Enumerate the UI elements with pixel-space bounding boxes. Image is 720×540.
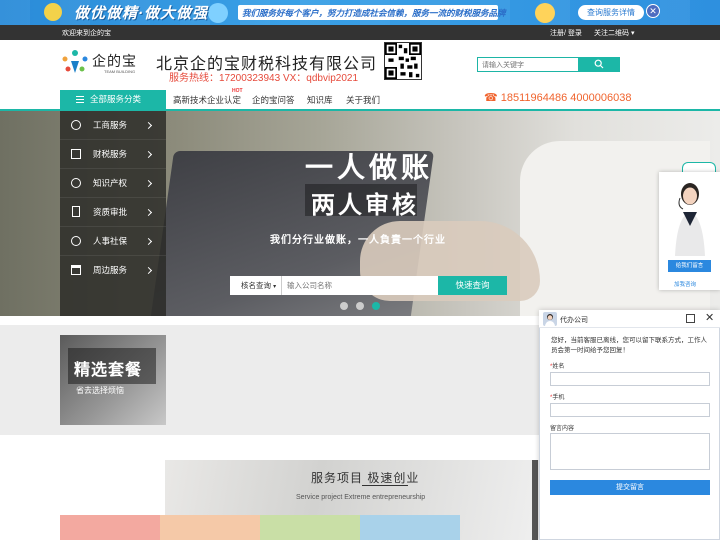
carousel-dot-3-active[interactable] bbox=[372, 302, 380, 310]
search-icon bbox=[594, 59, 604, 69]
chat-offline-message: 您好，当前客服已离线，您可以留下联系方式，工作人员会第一时间给予您回复！ bbox=[551, 337, 707, 354]
banner-detail-button[interactable]: 查询服务详情 bbox=[578, 5, 644, 20]
company-name-input[interactable]: 输入公司名称 bbox=[282, 276, 438, 295]
banner-title: 做优做精·做大做强 bbox=[74, 5, 208, 22]
side-item-label: 工商服务 bbox=[93, 120, 128, 130]
dropdown-caret-icon: ▾ bbox=[273, 284, 277, 290]
carousel-dot-1[interactable] bbox=[340, 302, 348, 310]
chat-agent-name: 代办公司 bbox=[560, 317, 588, 324]
customer-service-avatar-icon bbox=[675, 183, 705, 256]
banner-deco-icon bbox=[535, 3, 555, 23]
side-item-ip[interactable]: 知识产权 bbox=[60, 169, 166, 198]
message-label: 留言内容 bbox=[550, 426, 575, 432]
side-item-label: 人事社保 bbox=[93, 236, 128, 246]
nav-item-qa[interactable]: 企的宝问答 bbox=[252, 94, 295, 106]
logo-subtitle: TEAM BUILDING bbox=[104, 69, 136, 74]
nav-item-hightech[interactable]: 高新技术企业认定 bbox=[173, 94, 241, 106]
nav-item-knowledge[interactable]: 知识库 bbox=[307, 94, 333, 106]
hero-tagline: 我们分行业做账，一人負責一个行业 bbox=[270, 235, 446, 246]
side-item-label: 财税服务 bbox=[93, 149, 128, 159]
service-card-3[interactable] bbox=[260, 515, 360, 540]
carousel-dot-2[interactable] bbox=[356, 302, 364, 310]
name-label-text: 姓名 bbox=[552, 364, 565, 370]
copyright-icon bbox=[71, 178, 81, 188]
name-label: *姓名 bbox=[550, 361, 564, 370]
banner-close-icon[interactable]: ✕ bbox=[646, 4, 660, 18]
query-type-value: 核名查询 bbox=[241, 281, 271, 290]
logo-text[interactable]: 企的宝 bbox=[92, 51, 137, 71]
side-item-label: 资质审批 bbox=[93, 207, 128, 217]
building-icon bbox=[71, 265, 81, 275]
chat-close-icon[interactable]: ✕ bbox=[705, 311, 714, 324]
chevron-right-icon bbox=[144, 150, 153, 159]
side-item-qualification[interactable]: 资质审批 bbox=[60, 198, 166, 227]
phone-numbers: 18511964486 4000006038 bbox=[500, 92, 632, 104]
name-field[interactable] bbox=[550, 372, 710, 386]
services-title: 服务项目 极速创业 bbox=[311, 471, 420, 485]
quick-query-button[interactable]: 快速查询 bbox=[438, 276, 507, 295]
hot-badge: HOT bbox=[232, 88, 243, 94]
menu-icon-bar bbox=[76, 99, 84, 100]
welcome-text: 欢迎来到企的宝 bbox=[62, 30, 111, 37]
chevron-right-icon bbox=[144, 237, 153, 246]
chevron-right-icon bbox=[144, 266, 153, 275]
service-hotline: 服务热线：17200323943 VX：qdbvip2021 bbox=[169, 73, 359, 84]
side-item-business[interactable]: 工商服务 bbox=[60, 111, 166, 140]
contact-phone: ☎ 18511964486 4000006038 bbox=[484, 91, 631, 104]
phone-field[interactable] bbox=[550, 403, 710, 417]
service-card-2[interactable] bbox=[160, 515, 260, 540]
message-textarea[interactable] bbox=[550, 433, 710, 470]
services-subtitle: Service project Extreme entrepreneurship bbox=[296, 494, 426, 501]
document-icon bbox=[72, 206, 80, 217]
chevron-right-icon bbox=[144, 179, 153, 188]
hero-headline-2: 两人审核 bbox=[311, 190, 419, 219]
hero-headline-1: 一人做账 bbox=[305, 151, 434, 184]
banner-deco-icon bbox=[208, 3, 228, 23]
ledger-icon bbox=[71, 149, 81, 159]
chat-minimize-icon[interactable] bbox=[686, 314, 695, 323]
package-title: 精选套餐 bbox=[74, 362, 143, 379]
side-item-label: 周边服务 bbox=[93, 265, 128, 275]
phone-label: *手机 bbox=[550, 392, 564, 401]
services-title-underline bbox=[362, 485, 408, 486]
register-login-link[interactable]: 注册/ 登录 bbox=[550, 28, 582, 38]
phone-icon: ☎ bbox=[484, 92, 498, 104]
follow-qr-dropdown[interactable]: 关注二维码 ▾ bbox=[594, 28, 634, 38]
banner-slogan: 我们服务好每个客户，努力打造成社会信赖，服务一流的财税服务品牌 bbox=[242, 8, 506, 18]
side-item-label: 知识产权 bbox=[93, 178, 128, 188]
service-card-1[interactable] bbox=[60, 515, 160, 540]
side-item-tax[interactable]: 财税服务 bbox=[60, 140, 166, 169]
phone-label-text: 手机 bbox=[552, 395, 565, 401]
query-type-select[interactable]: 核名查询 ▾ bbox=[230, 276, 282, 295]
logo-icon[interactable] bbox=[60, 49, 90, 75]
person-icon bbox=[71, 236, 81, 246]
submit-message-button[interactable]: 提交留言 bbox=[550, 480, 710, 495]
leave-message-button[interactable]: 给我们留言 bbox=[668, 260, 711, 272]
chevron-right-icon bbox=[144, 121, 153, 130]
all-services-category[interactable]: 全部服务分类 bbox=[60, 90, 166, 109]
services-divider bbox=[532, 460, 538, 540]
qr-code-icon bbox=[384, 42, 422, 80]
user-circle-icon bbox=[71, 120, 81, 130]
all-services-label: 全部服务分类 bbox=[90, 94, 142, 104]
agent-avatar-icon bbox=[545, 314, 555, 326]
header-search-input[interactable] bbox=[482, 60, 574, 70]
chevron-right-icon bbox=[144, 208, 153, 217]
add-me-link[interactable]: 加我咨询 bbox=[674, 280, 696, 288]
service-card-4[interactable] bbox=[360, 515, 460, 540]
side-item-surrounding[interactable]: 周边服务 bbox=[60, 256, 166, 285]
agent-avatar bbox=[543, 312, 557, 326]
header-search-button[interactable] bbox=[578, 57, 620, 72]
side-item-hr[interactable]: 人事社保 bbox=[60, 227, 166, 256]
banner-mascot-icon bbox=[44, 3, 62, 21]
package-subtitle: 省去选择烦恼 bbox=[76, 386, 124, 395]
nav-item-about[interactable]: 关于我们 bbox=[346, 94, 380, 106]
